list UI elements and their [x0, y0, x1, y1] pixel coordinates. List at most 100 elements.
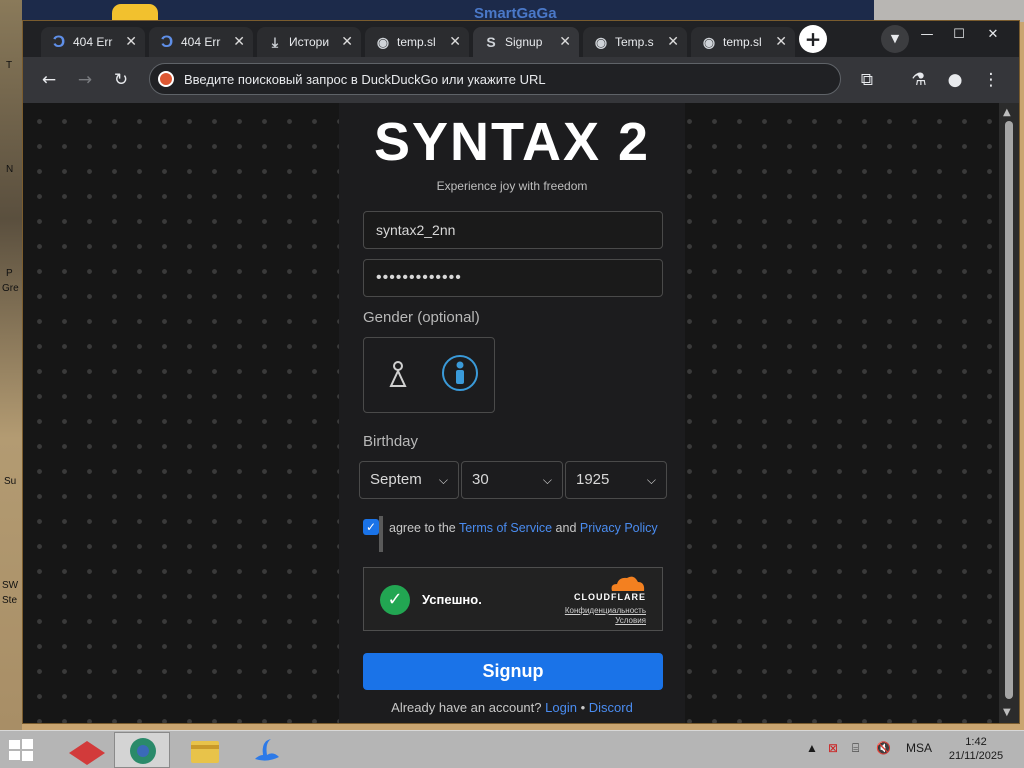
cloudflare-captcha[interactable]: ✓ Успешно. CLOUDFLARE Конфиденциальность… [363, 567, 663, 631]
desktop-label: SW [2, 580, 19, 591]
agree-text: agree to the Terms of Service and Privac… [389, 521, 658, 535]
birthday-day-select[interactable]: 30 ⌵ [461, 461, 563, 499]
back-icon[interactable]: ← [37, 68, 61, 92]
scroll-down-icon[interactable]: ▼ [1003, 707, 1011, 718]
captcha-status: Успешно. [422, 592, 482, 607]
tray-file-blocked-icon[interactable]: ⊠ [828, 741, 838, 755]
reload-icon[interactable]: ↻ [109, 68, 133, 92]
tab-404-error-2[interactable]: Ɔ 404 Err ✕ [149, 27, 253, 57]
tab-temp-1[interactable]: ◉ temp.sl ✕ [365, 27, 469, 57]
desktop-label: Ste [2, 595, 18, 606]
download-icon: ⤓ [271, 34, 279, 50]
page-scrollbar[interactable]: ▲ ▼ [999, 103, 1019, 723]
windows-start-icon[interactable] [8, 738, 34, 762]
tab-strip: Ɔ 404 Err ✕ Ɔ 404 Err ✕ ⤓ Истори ✕ ◉ tem… [23, 21, 1019, 57]
tab-title: temp.sl [723, 35, 762, 49]
language-indicator[interactable]: MSA [906, 741, 932, 755]
close-icon[interactable]: ✕ [449, 33, 461, 50]
birthday-label: Birthday [363, 433, 419, 450]
tray-expand-icon[interactable]: ▲ [806, 741, 818, 755]
close-icon[interactable]: ✕ [667, 33, 679, 50]
gender-selector [363, 337, 495, 413]
birthday-month-select[interactable]: Septem ⌵ [359, 461, 459, 499]
scroll-up-icon[interactable]: ▲ [1003, 107, 1011, 118]
system-clock[interactable]: 1:42 21/11/2025 [942, 735, 1010, 763]
terms-of-service-link[interactable]: Terms of Service [459, 521, 552, 535]
duckduckgo-icon [158, 71, 174, 87]
cloudflare-cloud-icon [611, 576, 645, 591]
discord-link[interactable]: Discord [589, 700, 633, 715]
login-link[interactable]: Login [545, 700, 577, 715]
chevron-down-icon: ⌵ [646, 473, 656, 487]
female-icon[interactable] [384, 358, 412, 394]
year-value: 1925 [576, 471, 610, 488]
network-icon[interactable]: ⌸ [852, 741, 859, 756]
forward-icon[interactable]: → [73, 68, 97, 92]
menu-kebab-icon[interactable]: ⋮ [979, 68, 1003, 92]
agree-and: and [555, 521, 577, 535]
agree-prefix: agree to the [389, 521, 456, 535]
browser-window: Ɔ 404 Err ✕ Ɔ 404 Err ✕ ⤓ Истори ✕ ◉ tem… [22, 20, 1020, 724]
new-tab-button[interactable]: + [799, 25, 827, 53]
tab-temp-2[interactable]: ◉ Temp.s ✕ [583, 27, 687, 57]
tab-temp-3[interactable]: ◉ temp.sl ✕ [691, 27, 795, 57]
close-icon[interactable]: ✕ [559, 33, 571, 50]
footer-separator: • [580, 700, 586, 715]
c-icon: Ɔ [160, 32, 174, 51]
close-icon[interactable]: ✕ [125, 33, 137, 50]
clock-date: 21/11/2025 [948, 750, 1004, 762]
desktop-label: N [6, 164, 14, 175]
desktop-top-strip: SmartGaGa [22, 0, 1024, 22]
address-bar[interactable] [149, 63, 841, 95]
chevron-down-icon: ⌵ [438, 473, 448, 487]
month-value: Septem [370, 471, 422, 488]
tab-title: 404 Err [181, 35, 221, 49]
gender-label: Gender (optional) [363, 309, 480, 326]
close-icon[interactable]: ✕ [341, 33, 353, 50]
minimize-icon[interactable]: — [913, 25, 941, 45]
tagline: Experience joy with freedom [436, 179, 588, 193]
chevron-down-icon: ⌵ [542, 473, 552, 487]
maximize-icon[interactable]: ☐ [945, 25, 973, 45]
c-icon: Ɔ [52, 32, 66, 51]
privacy-policy-link[interactable]: Privacy Policy [580, 521, 658, 535]
tab-history[interactable]: ⤓ Истори ✕ [257, 27, 361, 57]
tab-404-error-1[interactable]: Ɔ 404 Err ✕ [41, 27, 145, 57]
browser-icon[interactable] [114, 732, 170, 768]
close-window-icon[interactable]: ✕ [979, 25, 1007, 45]
swan-icon[interactable] [238, 732, 294, 768]
captcha-terms-link[interactable]: Условия [615, 616, 646, 625]
globe-icon: ◉ [594, 34, 608, 50]
profile-icon[interactable]: ● [943, 68, 967, 92]
captcha-privacy-link[interactable]: Конфиденциальность [565, 606, 646, 615]
address-input[interactable] [184, 71, 824, 87]
text-cursor [379, 516, 383, 552]
username-field[interactable] [363, 211, 663, 249]
birthday-year-select[interactable]: 1925 ⌵ [565, 461, 667, 499]
tab-signup[interactable]: S Signup ✕ [473, 27, 579, 57]
signup-button[interactable]: Signup [363, 653, 663, 690]
tab-title: temp.sl [397, 35, 436, 49]
taskbar: ▲ ⊠ ⌸ 🔇 MSA 1:42 21/11/2025 [0, 730, 1024, 768]
volume-muted-icon[interactable]: 🔇 [876, 741, 891, 755]
explorer-icon[interactable] [176, 732, 232, 768]
agree-checkbox[interactable]: ✓ [363, 519, 379, 535]
globe-icon: ◉ [702, 34, 716, 50]
extensions-icon[interactable]: ⧉ [855, 68, 879, 92]
cloudflare-brand: CLOUDFLARE [574, 592, 646, 602]
tab-title: Истори [289, 35, 330, 49]
desktop-right-strip [1020, 22, 1024, 730]
tab-search-button[interactable]: ▼ [881, 25, 909, 53]
close-icon[interactable]: ✕ [775, 33, 787, 50]
desktop-left-strip: T N P Gre Su SW Ste [0, 0, 22, 730]
globe-icon: ◉ [376, 34, 390, 50]
tab-title: 404 Err [73, 35, 113, 49]
signup-panel: SYNTAX 2 Experience joy with freedom Gen… [339, 103, 685, 723]
male-icon[interactable] [442, 355, 478, 391]
password-field[interactable] [363, 259, 663, 297]
close-icon[interactable]: ✕ [233, 33, 245, 50]
scrollbar-thumb[interactable] [1005, 121, 1013, 699]
labs-flask-icon[interactable]: ⚗ [907, 68, 931, 92]
tab-title: Temp.s [615, 35, 654, 49]
redapp-icon[interactable] [58, 732, 114, 768]
